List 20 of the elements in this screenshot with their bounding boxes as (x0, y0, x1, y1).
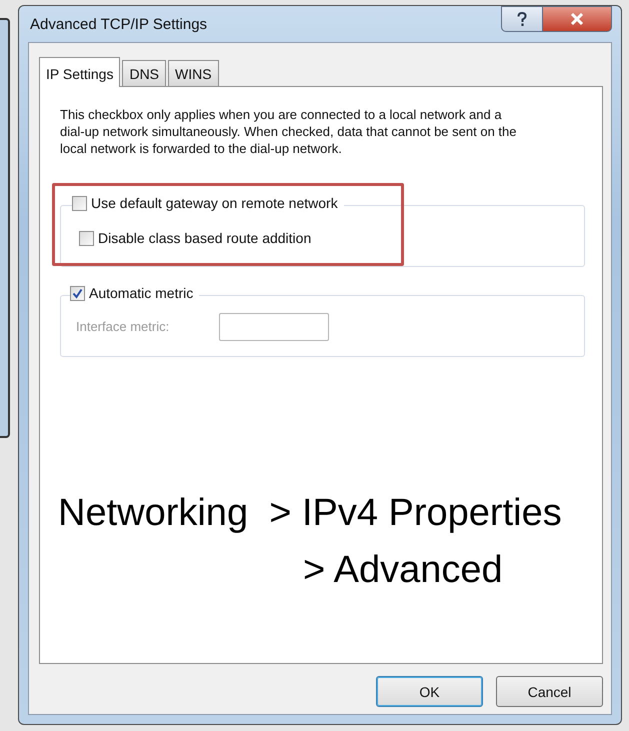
tab[interactable]: DNS (122, 60, 166, 86)
help-icon (517, 12, 527, 26)
tab[interactable]: IP Settings (39, 57, 120, 87)
close-icon (570, 13, 584, 25)
checkbox[interactable] (79, 230, 94, 246)
checkbox-label: Automatic metric (89, 285, 194, 301)
close-button[interactable] (543, 6, 612, 32)
field-label: Interface metric: (76, 319, 170, 334)
checkbox-label: Use default gateway on remote network (91, 195, 338, 211)
dialog-button[interactable]: Cancel (496, 676, 603, 707)
checkbox[interactable] (72, 196, 87, 210)
dialog-button[interactable]: OK (376, 676, 483, 707)
help-button[interactable] (501, 6, 543, 32)
checkbox[interactable] (70, 286, 85, 300)
description-text: This checkbox only applies when you are connected to a local network and a dial-up network simultaneously. When checked, data that cannot be sent on the local network is forwarded to the dial-up network. (60, 106, 518, 157)
tab[interactable]: WINS (168, 60, 219, 86)
checkbox-label: Disable class based route addition (98, 230, 312, 246)
annotation-text: > Advanced (302, 548, 504, 593)
window-title: Advanced TCP/IP Settings (29, 16, 208, 32)
annotation-text: Networking > IPv4 Properties (58, 491, 563, 536)
